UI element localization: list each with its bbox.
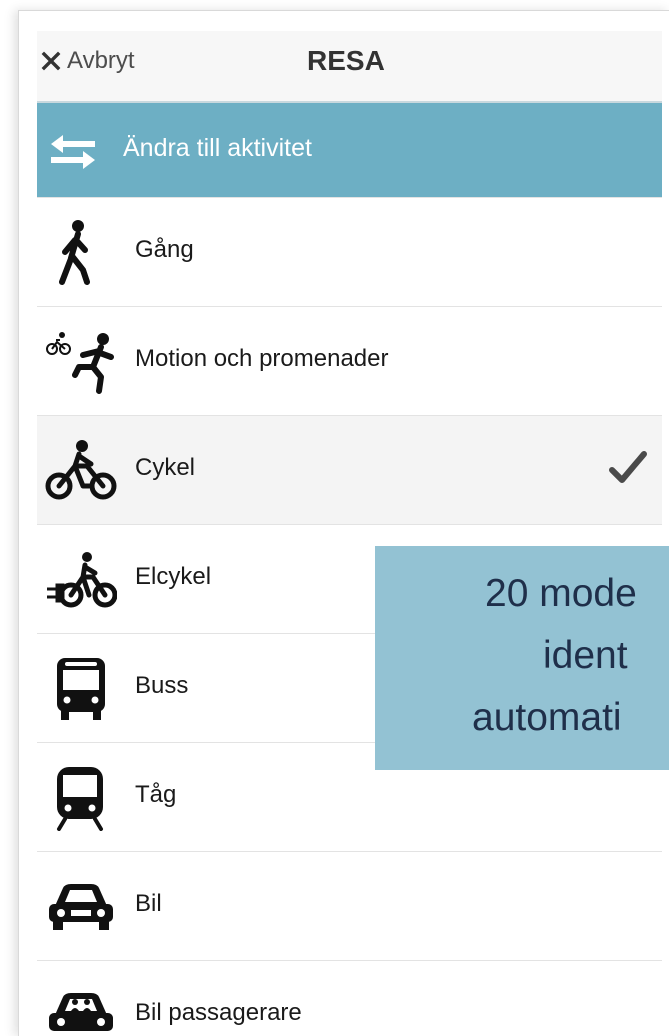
change-to-activity-button[interactable]: Ändra till aktivitet (37, 103, 662, 197)
mode-item-walking[interactable]: Gång (37, 197, 662, 306)
swap-arrows-icon (51, 135, 95, 169)
car-icon (49, 884, 113, 930)
annotation-callout: 20 mode ident automati (375, 546, 669, 770)
mode-item-car[interactable]: Bil (37, 851, 662, 960)
callout-line-1: 20 mode (485, 572, 637, 615)
mode-label: Cykel (135, 454, 196, 481)
bicycle-icon (45, 440, 117, 500)
mode-label: Motion och promenader (135, 345, 389, 372)
mode-label: Bil (135, 890, 162, 917)
mode-label: Bil passagerare (135, 999, 302, 1026)
mode-label: Elcykel (135, 563, 212, 590)
exercise-icon (46, 332, 114, 394)
callout-line-2: ident (543, 634, 628, 677)
mode-item-car-passenger[interactable]: Bil passagerare (37, 960, 662, 1036)
header-bar: Avbryt RESA (37, 31, 662, 103)
cancel-button[interactable]: Avbryt (41, 47, 135, 75)
mode-item-exercise[interactable]: Motion och promenader (37, 306, 662, 415)
mode-item-bicycle[interactable]: Cykel (37, 415, 662, 524)
train-icon (57, 767, 103, 831)
page-title: RESA (307, 45, 385, 76)
cancel-label: Avbryt (67, 47, 135, 74)
mode-label: Tåg (135, 781, 177, 808)
change-to-activity-label: Ändra till aktivitet (123, 134, 312, 162)
mode-label: Buss (135, 672, 189, 699)
close-icon (41, 51, 61, 71)
car-passenger-icon (49, 993, 113, 1031)
callout-line-3: automati (472, 696, 622, 739)
ebike-icon (47, 552, 117, 608)
checkmark-icon (609, 451, 647, 483)
trip-mode-screen: Avbryt RESA Ändra till aktivitet Gång Mo… (37, 31, 662, 1036)
walking-icon (59, 220, 90, 285)
app-panel: Avbryt RESA Ändra till aktivitet Gång Mo… (18, 10, 669, 1036)
mode-label: Gång (135, 236, 194, 263)
bus-icon (57, 658, 105, 720)
